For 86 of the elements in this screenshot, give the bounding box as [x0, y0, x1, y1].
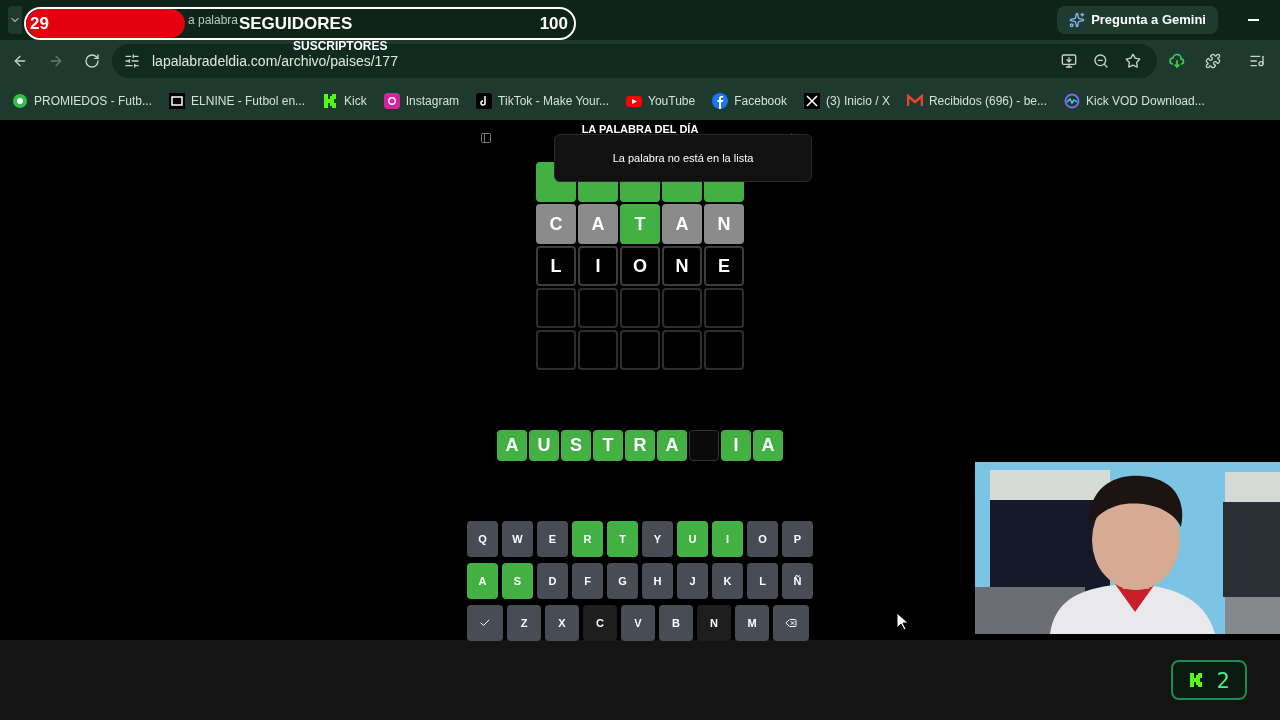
- keyboard-key[interactable]: E: [537, 521, 568, 557]
- m-logo-icon: [906, 93, 923, 109]
- keyboard-key[interactable]: Y: [642, 521, 673, 557]
- zoom-icon[interactable]: [1093, 53, 1109, 69]
- media-icon[interactable]: [1249, 53, 1265, 69]
- answer-tile: R: [625, 430, 655, 461]
- backspace-icon: [785, 617, 797, 629]
- keyboard-key[interactable]: P: [782, 521, 813, 557]
- backspace-key[interactable]: [773, 605, 809, 641]
- keyboard-key[interactable]: G: [607, 563, 638, 599]
- keyboard-key[interactable]: C: [583, 605, 617, 641]
- extensions-icon[interactable]: [1205, 53, 1221, 69]
- reload-icon[interactable]: [84, 53, 100, 69]
- bookmark[interactable]: TikTok - Make Your...: [476, 92, 610, 110]
- keyboard-key[interactable]: W: [502, 521, 533, 557]
- answer-tile: I: [721, 430, 751, 461]
- letter-tile: I: [578, 246, 618, 286]
- panel-icon[interactable]: [480, 132, 492, 144]
- note-icon: [476, 93, 493, 109]
- logo-icon: [169, 93, 186, 109]
- bookmark[interactable]: Kick VOD Download...: [1064, 92, 1205, 110]
- f-logo-icon: [712, 93, 729, 109]
- star-icon[interactable]: [1125, 53, 1141, 69]
- goal-current: 29: [30, 12, 49, 35]
- ball-icon: [12, 93, 28, 109]
- keyboard-key[interactable]: B: [659, 605, 693, 641]
- check-icon: [479, 617, 491, 629]
- answer-tile: U: [529, 430, 559, 461]
- keyboard-key[interactable]: J: [677, 563, 708, 599]
- answer-tile: A: [657, 430, 687, 461]
- keyboard-key[interactable]: Q: [467, 521, 498, 557]
- answer-tile: A: [497, 430, 527, 461]
- letter-tile: A: [578, 204, 618, 244]
- sparkle-icon: [1069, 12, 1086, 28]
- keyboard-key[interactable]: D: [537, 563, 568, 599]
- letter-tile: T: [620, 204, 660, 244]
- letter-tile: N: [662, 246, 702, 286]
- wave-logo-icon: [1064, 93, 1080, 109]
- tab-title[interactable]: a palabra: [188, 11, 239, 29]
- bookmark[interactable]: (3) Inicio / X: [803, 92, 890, 110]
- play-icon: [626, 93, 643, 109]
- install-icon[interactable]: [1061, 53, 1077, 69]
- bookmark[interactable]: PROMIEDOS - Futb...: [12, 92, 153, 110]
- keyboard-key[interactable]: K: [712, 563, 743, 599]
- back-icon[interactable]: [12, 53, 28, 69]
- keyboard-key[interactable]: F: [572, 563, 603, 599]
- keyboard-key[interactable]: V: [621, 605, 655, 641]
- letter-tile: C: [536, 204, 576, 244]
- tab-list-button[interactable]: [8, 6, 22, 34]
- keyboard-key[interactable]: X: [545, 605, 579, 641]
- answer-tile: A: [753, 430, 783, 461]
- letter-tile: E: [704, 246, 744, 286]
- camera-icon: [383, 93, 400, 109]
- bookmark[interactable]: ELNINE - Futbol en...: [169, 92, 306, 110]
- keyboard-key[interactable]: L: [747, 563, 778, 599]
- keyboard-key[interactable]: H: [642, 563, 673, 599]
- bookmark[interactable]: Recibidos (696) - be...: [906, 92, 1047, 110]
- bookmark[interactable]: Facebook: [712, 92, 787, 110]
- bookmark[interactable]: Kick: [322, 92, 367, 110]
- keyboard-key[interactable]: O: [747, 521, 778, 557]
- answer-tile: S: [561, 430, 591, 461]
- url-text: lapalabradeldia.com/archivo/paises/177: [152, 51, 398, 71]
- keyboard-key[interactable]: N: [697, 605, 731, 641]
- keyboard-key[interactable]: Ñ: [782, 563, 813, 599]
- goal-target: 100: [539, 12, 568, 35]
- mouse-cursor-icon: [896, 612, 909, 631]
- cloud-download-icon[interactable]: [1169, 53, 1185, 69]
- goal-label: SEGUIDORES: [238, 12, 353, 35]
- minimize-icon: [1247, 19, 1259, 21]
- letter-tile: N: [704, 204, 744, 244]
- kick-count: 2: [1216, 666, 1230, 695]
- game-title: LA PALABRA DEL DÍA: [581, 123, 699, 135]
- gemini-button[interactable]: Pregunta a Gemini: [1057, 6, 1218, 34]
- answer-tile: T: [593, 430, 623, 461]
- letter-tile: O: [620, 246, 660, 286]
- kick-logo-icon: [322, 93, 339, 109]
- site-settings-icon[interactable]: [124, 53, 140, 69]
- bookmark[interactable]: Instagram: [383, 92, 460, 110]
- toast-message: La palabra no está en la lista: [612, 150, 754, 166]
- kick-logo-icon: [1188, 670, 1205, 690]
- letter-tile: L: [536, 246, 576, 286]
- keyboard-key[interactable]: Z: [507, 605, 541, 641]
- x-logo-icon: [803, 93, 820, 109]
- letter-tile: A: [662, 204, 702, 244]
- keyboard-key[interactable]: M: [735, 605, 769, 641]
- bookmark[interactable]: YouTube: [626, 92, 696, 110]
